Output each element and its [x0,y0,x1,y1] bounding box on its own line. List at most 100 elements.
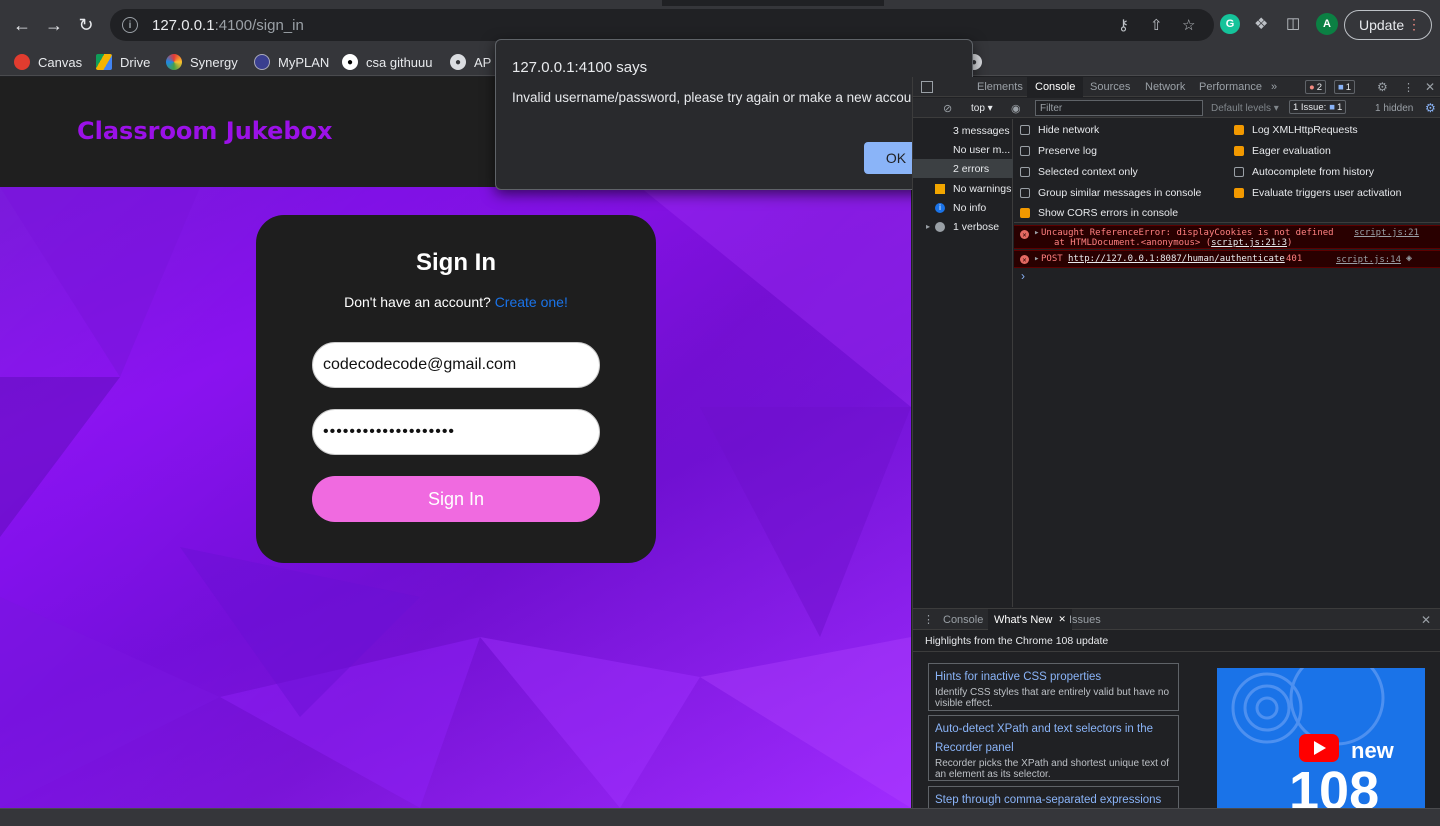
share-icon[interactable]: ⇧ [1150,16,1163,34]
video-version-label: 108 [1289,761,1380,808]
console-filter-input[interactable]: Filter [1035,100,1203,116]
device-toggle-icon[interactable] [921,81,933,93]
whats-new-heading: Highlights from the Chrome 108 update [925,635,1109,647]
live-expression-eye-icon[interactable]: ◉ [1011,98,1021,118]
active-tab-edge[interactable] [0,0,662,6]
devtools-tabs: Elements Console Sources Network Perform… [913,77,1440,97]
checkbox-checked[interactable] [1234,146,1244,156]
create-account-link[interactable]: Create one! [495,294,568,310]
update-button[interactable]: Update ⋮ [1344,10,1432,40]
issue-icon: ■ [1338,81,1344,93]
preserve-log-option[interactable]: Preserve log [1020,145,1097,157]
sidebar-item-errors[interactable]: 2 errors [913,159,1013,178]
error-count-badge[interactable]: ● 2 [1305,80,1327,94]
url-path: :4100/sign_in [214,16,304,34]
checkbox[interactable] [1020,167,1030,177]
divider [913,651,1440,652]
bookmark-drive[interactable]: Drive [96,51,150,73]
forward-icon[interactable]: → [38,9,70,41]
checkbox[interactable] [1234,167,1244,177]
reload-icon[interactable]: ↻ [70,9,102,41]
site-info-icon[interactable]: i [122,17,138,33]
drawer-menu-icon[interactable]: ⋮ [923,609,934,630]
checkbox[interactable] [1020,188,1030,198]
console-error-row[interactable]: ✕ ▸ Uncaught ReferenceError: displayCook… [1014,225,1440,249]
email-field[interactable]: codecodecode@gmail.com [312,342,600,388]
signin-button[interactable]: Sign In [312,476,600,522]
key-icon[interactable]: ⚷ [1118,16,1129,34]
drawer-tab-whats-new[interactable]: What's New ✕ [988,609,1072,630]
sidebar-item-verbose[interactable]: ▸ 1 verbose [913,217,1013,236]
expand-arrow-icon[interactable]: ▸ [1034,228,1039,238]
alert-title: 127.0.0.1:4100 says [512,59,648,76]
source-link[interactable]: script.js:21 [1354,228,1419,238]
sidebar-item-user-messages[interactable]: No user m... [913,140,1013,159]
checkbox-checked[interactable] [1234,125,1244,135]
more-tabs-icon[interactable]: » [1271,77,1277,97]
site-title[interactable]: Classroom Jukebox [77,117,333,145]
settings-gear-icon[interactable]: ⚙ [1377,77,1388,97]
console-error-row[interactable]: ✕ ▸ POST http://127.0.0.1:8087/human/aut… [1014,250,1440,268]
close-tab-icon[interactable]: ✕ [1058,614,1066,625]
checkbox-checked[interactable] [1234,188,1244,198]
tab-elements[interactable]: Elements [977,77,1023,97]
whats-new-card[interactable]: Hints for inactive CSS properties Identi… [928,663,1179,711]
clear-console-icon[interactable]: ⊘ [943,98,952,118]
source-link[interactable]: script.js:14 [1336,255,1401,265]
tab-console[interactable]: Console [1027,77,1084,97]
sidebar-item-info[interactable]: i No info [913,198,1013,217]
close-drawer-icon[interactable]: ✕ [1421,609,1431,630]
request-url[interactable]: http://127.0.0.1:8087/human/authenticate [1068,254,1285,264]
bookmark-canvas[interactable]: Canvas [14,51,82,73]
whats-new-card[interactable]: Step through comma-separated expressions [928,786,1179,808]
tab-edge[interactable] [884,0,1440,6]
sidebar-item-warnings[interactable]: No warnings [913,179,1013,198]
console-settings-icon[interactable]: ⚙ [1425,98,1436,118]
password-field[interactable]: •••••••••••••••••••• [312,409,600,455]
whats-new-card[interactable]: Auto-detect XPath and text selectors in … [928,715,1179,781]
console-toolbar: ⊘ top ▾ ◉ Filter Default levels ▾ 1 Issu… [913,98,1440,118]
address-bar[interactable]: i 127.0.0.1:4100/sign_in [110,9,1214,41]
network-request-icon[interactable]: ◈ [1406,253,1412,264]
bookmark-synergy[interactable]: Synergy [166,51,238,73]
back-icon[interactable]: ← [6,9,38,41]
expand-arrow-icon[interactable]: ▸ [1034,254,1039,264]
grammarly-icon[interactable]: G [1220,14,1240,34]
card-title[interactable]: Auto-detect XPath and text selectors in … [935,720,1172,758]
tab-performance[interactable]: Performance [1199,77,1262,97]
tab-network[interactable]: Network [1145,77,1185,97]
drawer-tab-console[interactable]: Console [943,609,983,630]
issues-badge[interactable]: 1 Issue: ■ 1 [1289,100,1347,114]
devtools-menu-icon[interactable]: ⋮ [1403,77,1414,97]
show-cors-option[interactable]: Show CORS errors in console [1020,207,1178,219]
group-similar-option[interactable]: Group similar messages in console [1020,187,1201,199]
profile-avatar[interactable]: A [1316,13,1338,35]
checkbox[interactable] [1020,146,1030,156]
close-devtools-icon[interactable]: ✕ [1425,77,1435,97]
bookmark-myplan[interactable]: MyPLAN [254,51,329,73]
tab-sources[interactable]: Sources [1090,77,1130,97]
autocomplete-option[interactable]: Autocomplete from history [1234,166,1374,178]
drawer-tab-issues[interactable]: Issues [1069,609,1101,630]
log-levels-dropdown[interactable]: Default levels ▾ [1211,98,1279,118]
checkbox-checked[interactable] [1020,208,1030,218]
log-xhr-option[interactable]: Log XMLHttpRequests [1234,124,1358,136]
issue-count-badge[interactable]: ■ 1 [1334,80,1356,94]
context-selector[interactable]: top ▾ [971,98,993,118]
evaluate-triggers-option[interactable]: Evaluate triggers user activation [1234,187,1401,199]
extensions-icon[interactable]: ❖ [1254,14,1268,34]
sidebar-item-messages[interactable]: 3 messages [913,121,1013,140]
hide-network-option[interactable]: Hide network [1020,124,1099,136]
whats-new-video-thumbnail[interactable]: new 108 [1217,668,1425,808]
stack-link[interactable]: script.js:21:3 [1211,238,1287,248]
console-prompt[interactable]: › [1021,269,1025,283]
eager-eval-option[interactable]: Eager evaluation [1234,145,1331,157]
menu-dots-icon[interactable]: ⋮ [1407,16,1421,33]
bookmark-star-icon[interactable]: ☆ [1182,16,1195,34]
card-title[interactable]: Hints for inactive CSS properties [935,668,1172,687]
selected-context-option[interactable]: Selected context only [1020,166,1138,178]
bookmark-github[interactable]: ● csa githuuu [342,51,433,73]
checkbox[interactable] [1020,125,1030,135]
youtube-play-icon[interactable] [1299,734,1339,762]
side-panel-icon[interactable]: ◫ [1286,14,1300,32]
